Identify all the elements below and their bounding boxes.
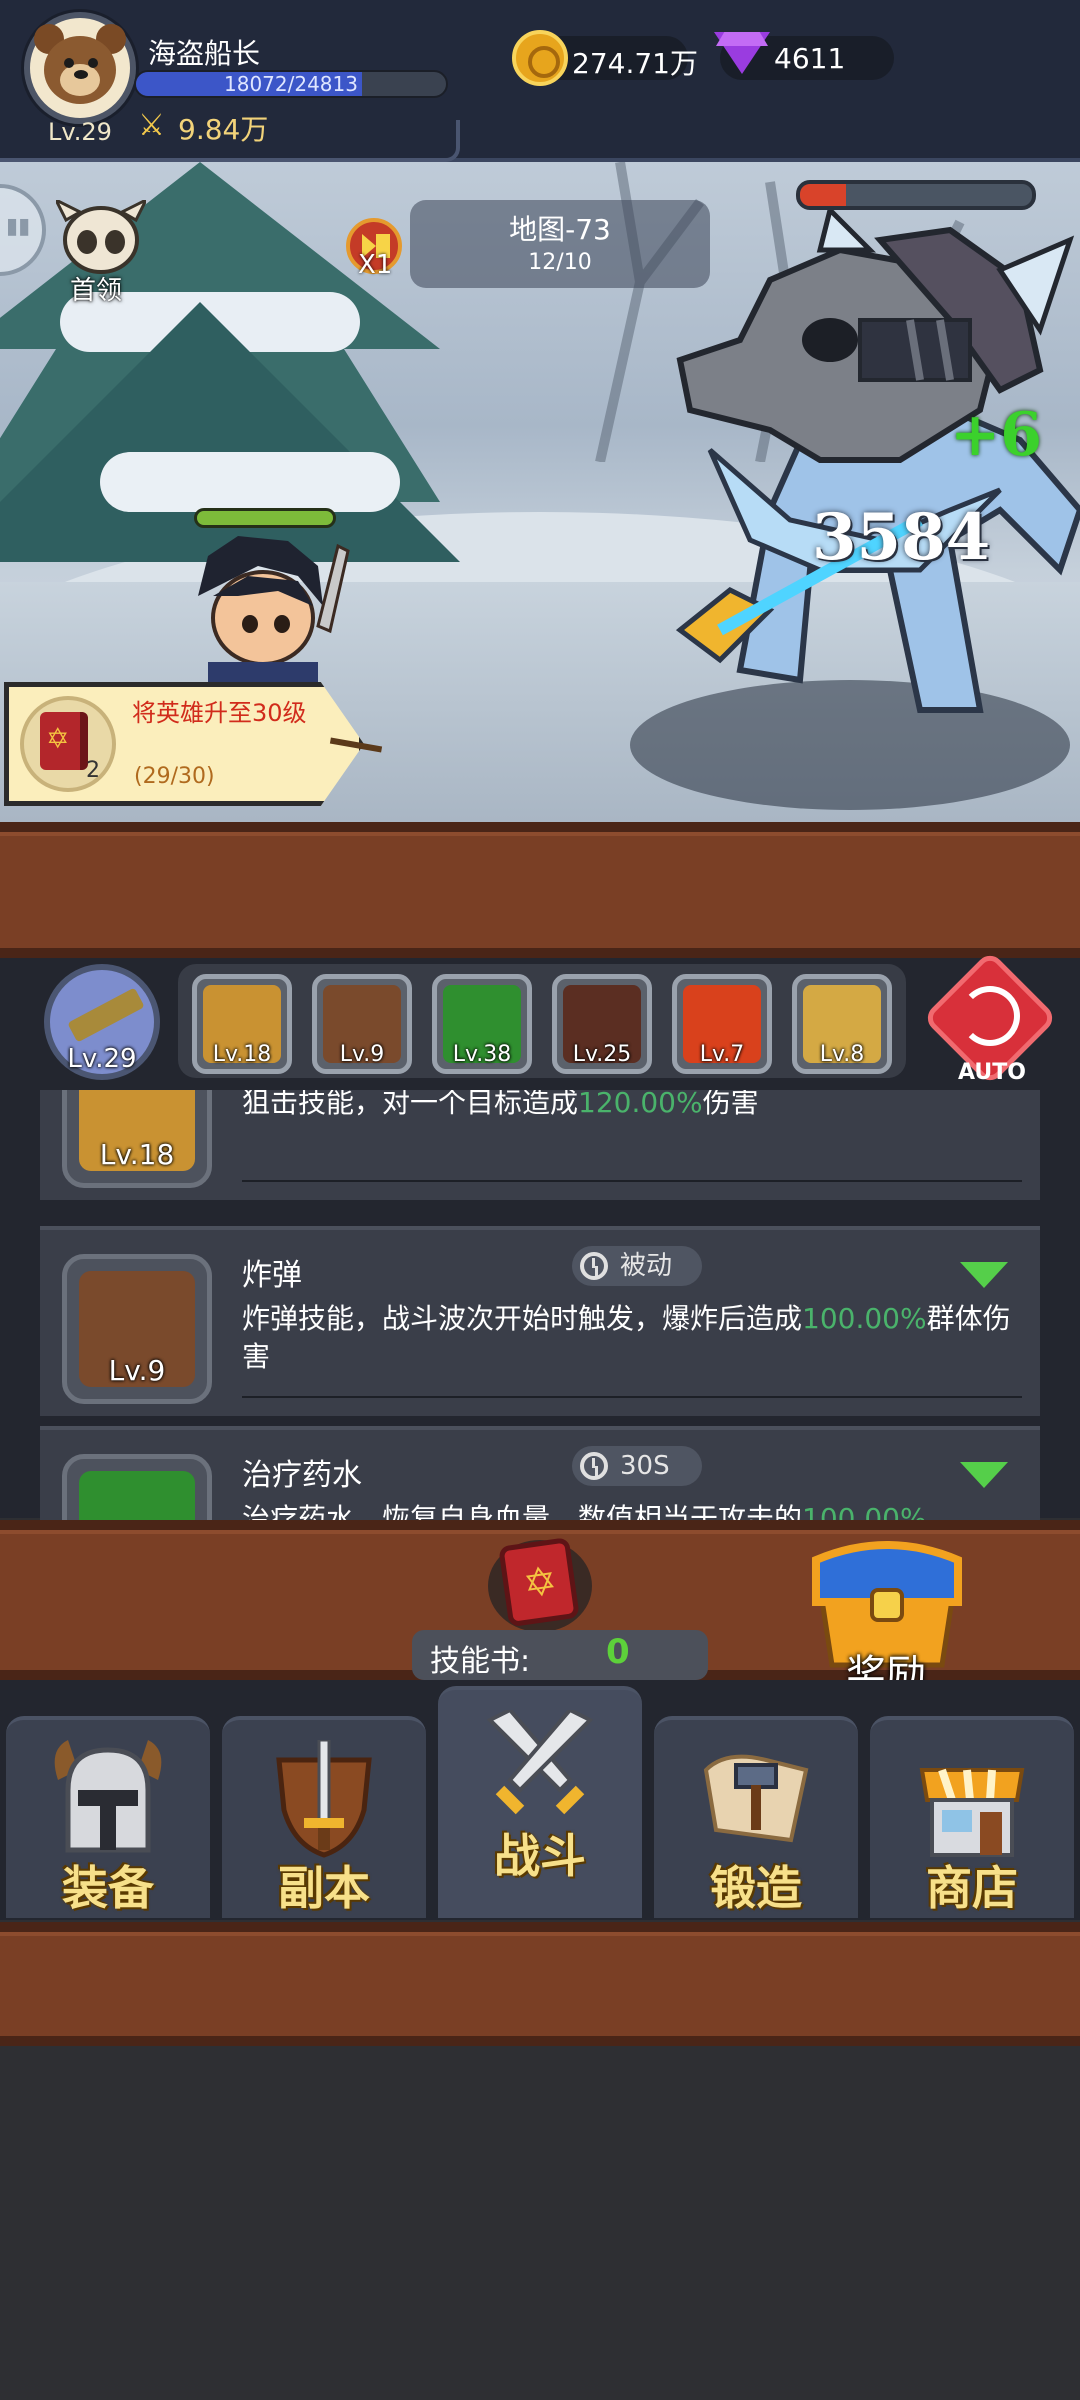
expand-arrow-icon[interactable] bbox=[960, 1262, 1008, 1288]
damage-popup: 3584 bbox=[812, 500, 991, 575]
desc-highlight: 120.00% bbox=[578, 1090, 703, 1119]
weapon-level: Lv.29 bbox=[67, 1044, 137, 1074]
skill-book-icon bbox=[40, 712, 88, 770]
desc-text: 治疗药水，恢复自身血量，数值相当于攻击的 bbox=[242, 1502, 803, 1520]
helmet-icon bbox=[54, 1740, 162, 1853]
bear-eye bbox=[64, 58, 74, 68]
tree-snow bbox=[100, 452, 400, 512]
skill-slot-level: Lv.18 bbox=[212, 1042, 272, 1067]
enemy-hp-bar bbox=[796, 180, 1036, 210]
skill-row-potion[interactable]: 治疗药水 30S 治疗药水，恢复自身血量，数值相当于攻击的100.00% bbox=[40, 1426, 1040, 1520]
skill-name: 炸弹 bbox=[242, 1258, 302, 1293]
skull-icon[interactable] bbox=[56, 200, 146, 280]
refresh-icon bbox=[960, 986, 1020, 1046]
desc-text: 炸弹技能，战斗波次开始时触发，爆炸后造成 bbox=[242, 1302, 803, 1335]
wood-plank bbox=[0, 1922, 1080, 2046]
skill-slot-level: Lv.7 bbox=[699, 1042, 745, 1067]
skill-thumb: Lv.18 bbox=[62, 1090, 212, 1188]
xp-bar: 18072/24813 bbox=[134, 70, 448, 98]
gem-value: 4611 bbox=[774, 42, 846, 75]
bear-nose bbox=[74, 70, 88, 79]
footer-background bbox=[0, 2046, 1080, 2400]
divider bbox=[242, 1396, 1022, 1398]
skill-book-count: 0 bbox=[606, 1632, 630, 1672]
skill-level: Lv.9 bbox=[108, 1354, 166, 1387]
nav-equipment[interactable]: 装备 bbox=[6, 1716, 210, 1918]
enemy-hp-fill bbox=[800, 184, 847, 206]
nav-dungeon[interactable]: 副本 bbox=[222, 1716, 426, 1918]
nav-label: 商店 bbox=[926, 1861, 1018, 1915]
skill-slot-bomb[interactable]: Lv.9 bbox=[312, 974, 412, 1074]
quest-title: 将英雄升至30级 bbox=[132, 699, 307, 727]
svg-text:✡: ✡ bbox=[520, 1558, 560, 1608]
skill-slot-level: Lv.38 bbox=[452, 1042, 512, 1067]
desc-text: 狙击技能，对一个目标造成 bbox=[242, 1090, 579, 1119]
desc-text: 伤害 bbox=[702, 1090, 759, 1119]
skill-slot-level: Lv.8 bbox=[819, 1042, 865, 1067]
hero-hp-bar bbox=[194, 508, 336, 528]
expand-arrow-icon[interactable] bbox=[960, 1462, 1008, 1488]
heal-popup: +6 bbox=[950, 400, 1043, 470]
skill-tag: 被动 bbox=[572, 1246, 702, 1286]
skill-description: 治疗药水，恢复自身血量，数值相当于攻击的100.00% bbox=[242, 1500, 1032, 1520]
nav-shop[interactable]: 商店 bbox=[870, 1716, 1074, 1918]
gold-value: 274.71万 bbox=[572, 47, 698, 80]
bear-muzzle bbox=[60, 64, 100, 96]
shop-icon bbox=[919, 1768, 1025, 1857]
crossed-swords-icon bbox=[486, 1710, 594, 1815]
nav-battle[interactable]: 战斗 bbox=[438, 1686, 642, 1918]
nav-label: 战斗 bbox=[494, 1829, 586, 1883]
armored-skull-knight-enemy bbox=[675, 210, 1080, 713]
skill-name: 治疗药水 bbox=[242, 1458, 362, 1493]
bear-avatar[interactable] bbox=[24, 12, 136, 124]
player-level: Lv.29 bbox=[48, 118, 112, 146]
skill-slot-level: Lv.25 bbox=[572, 1042, 632, 1067]
nav-label: 锻造 bbox=[710, 1861, 802, 1915]
quest-reward-count: 2 bbox=[86, 758, 100, 783]
nav-label: 副本 bbox=[278, 1861, 370, 1915]
boss-label: 首领 bbox=[70, 276, 123, 306]
skill-tag: 30S bbox=[572, 1446, 702, 1486]
wood-plank bbox=[0, 822, 1080, 958]
desc-highlight: 100.00% bbox=[802, 1502, 927, 1520]
skill-row-sniper[interactable]: Lv.18 狙击技能，对一个目标造成120.00%伤害 bbox=[40, 1090, 1040, 1200]
skill-thumb: Lv.9 bbox=[62, 1254, 212, 1404]
hero-hp-fill bbox=[197, 511, 333, 525]
desc-highlight: 100.00% bbox=[802, 1302, 927, 1335]
divider bbox=[242, 1180, 1022, 1182]
nav-label: 装备 bbox=[62, 1861, 154, 1915]
speed-label: X1 bbox=[358, 250, 393, 280]
sword-shield-icon bbox=[276, 1740, 372, 1858]
skill-row-bomb[interactable]: Lv.9 炸弹 被动 炸弹技能，战斗波次开始时触发，爆炸后造成100.00%群体… bbox=[40, 1226, 1040, 1416]
xp-text: 18072/24813 bbox=[224, 72, 358, 96]
nav-forge[interactable]: 锻造 bbox=[654, 1716, 858, 1918]
skill-description: 狙击技能，对一个目标造成120.00%伤害 bbox=[242, 1090, 1032, 1122]
skill-slot-level: Lv.9 bbox=[339, 1042, 385, 1067]
skill-book-icon[interactable]: ✡ bbox=[488, 1530, 592, 1634]
skill-list[interactable]: Lv.18 狙击技能，对一个目标造成120.00%伤害 Lv.9 炸弹 被动 炸… bbox=[40, 1090, 1040, 1520]
auto-label: AUTO bbox=[958, 1060, 1026, 1085]
skill-book-label: 技能书: bbox=[430, 1644, 531, 1679]
potion-icon bbox=[79, 1471, 195, 1520]
crossed-swords-icon: ⚔ bbox=[138, 108, 165, 143]
coin-icon bbox=[512, 30, 568, 86]
skill-thumb bbox=[62, 1454, 212, 1520]
skill-slot-sniper[interactable]: Lv.18 bbox=[192, 974, 292, 1074]
skill-level: Lv.18 bbox=[99, 1138, 175, 1171]
skill-slot-potion[interactable]: Lv.38 bbox=[432, 974, 532, 1074]
skill-slot-beast[interactable]: Lv.25 bbox=[552, 974, 652, 1074]
player-name: 海盗船长 bbox=[148, 37, 261, 70]
bear-eye bbox=[88, 58, 98, 68]
hammer-scroll-icon bbox=[703, 1754, 809, 1843]
skill-slot-lightning[interactable]: Lv.8 bbox=[792, 974, 892, 1074]
pirate-hero[interactable] bbox=[178, 536, 358, 686]
quest-progress: (29/30) bbox=[134, 764, 215, 789]
gem-icon-top bbox=[716, 32, 768, 46]
skill-slot-fireball[interactable]: Lv.7 bbox=[672, 974, 772, 1074]
power-value: 9.84万 bbox=[178, 113, 269, 146]
skill-description: 炸弹技能，战斗波次开始时触发，爆炸后造成100.00%群体伤害 bbox=[242, 1300, 1032, 1376]
